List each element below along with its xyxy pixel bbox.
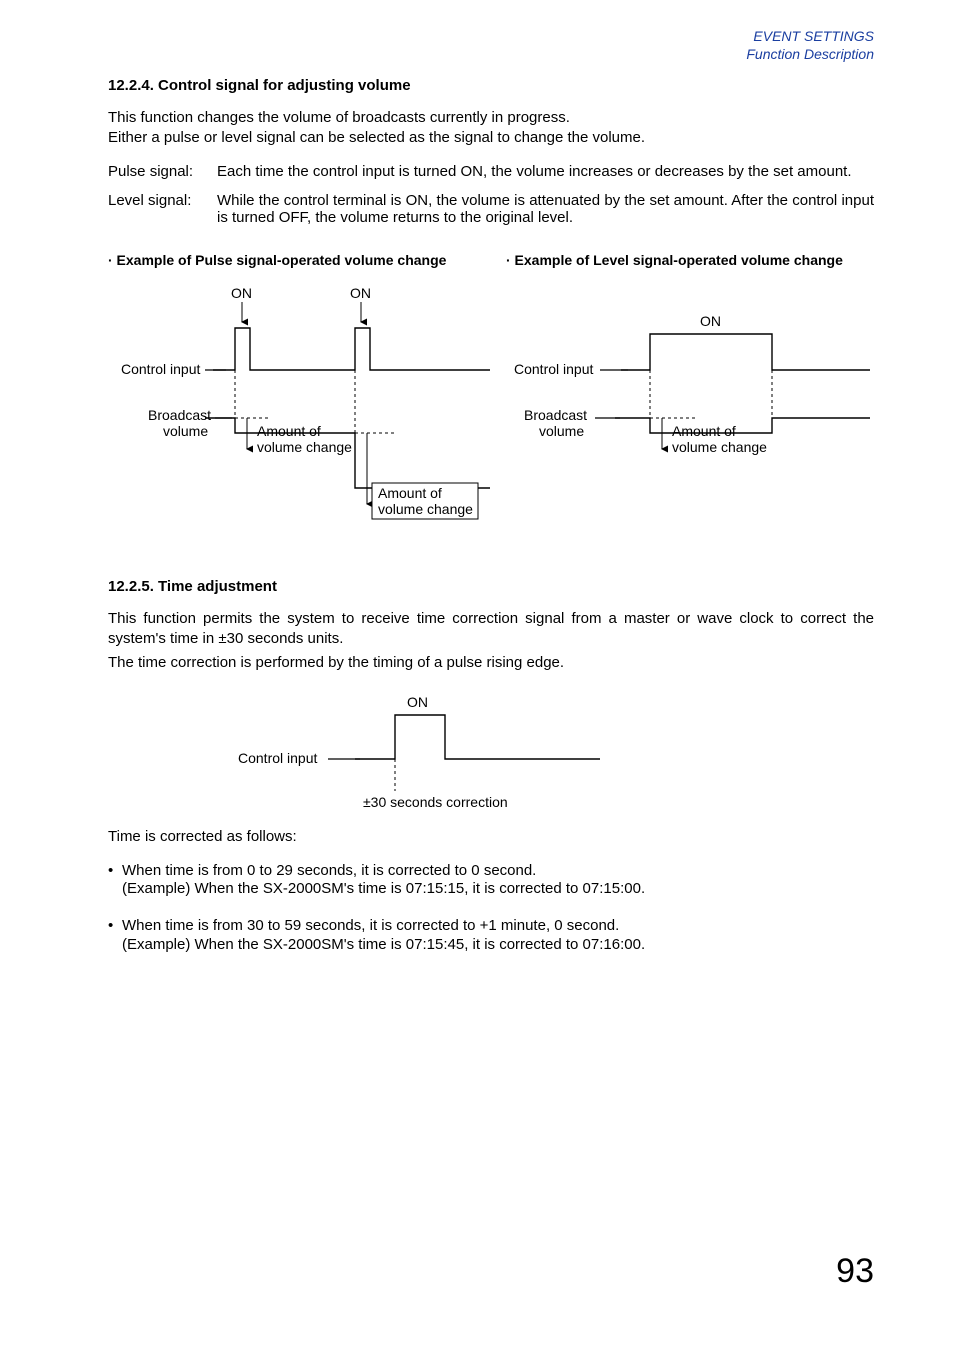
amount-of-label: Amount of — [257, 423, 321, 439]
volume-label: volume — [163, 423, 208, 439]
volume-change-label: volume change — [378, 501, 473, 517]
intro-line2: Either a pulse or level signal can be se… — [108, 129, 645, 146]
on-label: ON — [350, 285, 371, 301]
broadcast-label: Broadcast — [524, 407, 587, 423]
time-follows: Time is corrected as follows: — [108, 827, 874, 847]
time-diagram-svg: ON Control input ±30 seconds correction — [0, 687, 954, 827]
bullet1-line1: When time is from 0 to 29 seconds, it is… — [122, 862, 536, 879]
level-signal-row: Level signal: While the control terminal… — [108, 192, 874, 226]
bullet2-line1: When time is from 30 to 59 seconds, it i… — [122, 917, 619, 934]
page-number: 93 — [836, 1252, 874, 1291]
level-label: Level signal: — [108, 192, 217, 209]
example-titles: · Example of Pulse signal-operated volum… — [108, 252, 874, 268]
control-input-label: Control input — [514, 361, 593, 377]
section-1224-intro: This function changes the volume of broa… — [108, 108, 874, 149]
section-1225-para2: The time correction is performed by the … — [108, 653, 874, 673]
list-item: • When time is from 0 to 29 seconds, it … — [108, 862, 874, 900]
on-label: ON — [231, 285, 252, 301]
amount-of-label: Amount of — [378, 485, 442, 501]
broadcast-label: Broadcast — [148, 407, 211, 423]
pulse-desc: Each time the control input is turned ON… — [217, 163, 874, 180]
section-1224-heading: 12.2.4. Control signal for adjusting vol… — [108, 77, 874, 94]
bullet2-line2: (Example) When the SX-2000SM's time is 0… — [122, 936, 645, 953]
amount-of-label: Amount of — [672, 423, 736, 439]
page-header: EVENT SETTINGS Function Description — [108, 28, 874, 63]
level-example-title: · Example of Level signal-operated volum… — [486, 252, 874, 268]
pulse-example-title: · Example of Pulse signal-operated volum… — [108, 252, 476, 268]
intro-line1: This function changes the volume of broa… — [108, 109, 570, 126]
pulse-signal-row: Pulse signal: Each time the control inpu… — [108, 163, 874, 180]
on-label: ON — [700, 313, 721, 329]
control-input-label: Control input — [121, 361, 200, 377]
bullet-icon: • — [108, 917, 113, 936]
header-line1: EVENT SETTINGS — [753, 28, 874, 44]
volume-change-label: volume change — [672, 439, 767, 455]
level-desc: While the control terminal is ON, the vo… — [217, 192, 874, 226]
volume-diagrams: ON ON Control input Broadcast volume Amo… — [108, 268, 874, 568]
volume-change-label: volume change — [257, 439, 352, 455]
section-1225-heading: 12.2.5. Time adjustment — [108, 578, 874, 595]
control-input-label: Control input — [238, 750, 317, 766]
list-item: • When time is from 30 to 59 seconds, it… — [108, 917, 874, 955]
volume-diagram-svg: ON ON Control input Broadcast volume Amo… — [0, 268, 954, 568]
correction-label: ±30 seconds correction — [363, 794, 508, 810]
bullet-icon: • — [108, 862, 113, 881]
header-line2: Function Description — [746, 46, 874, 62]
pulse-label: Pulse signal: — [108, 163, 217, 180]
on-label: ON — [407, 694, 428, 710]
time-diagram: ON Control input ±30 seconds correction — [108, 687, 874, 827]
bullet1-line2: (Example) When the SX-2000SM's time is 0… — [122, 880, 645, 897]
section-1225-para1: This function permits the system to rece… — [108, 609, 874, 650]
time-bullets: • When time is from 0 to 29 seconds, it … — [108, 862, 874, 955]
volume-label: volume — [539, 423, 584, 439]
signal-descriptions: Pulse signal: Each time the control inpu… — [108, 163, 874, 226]
